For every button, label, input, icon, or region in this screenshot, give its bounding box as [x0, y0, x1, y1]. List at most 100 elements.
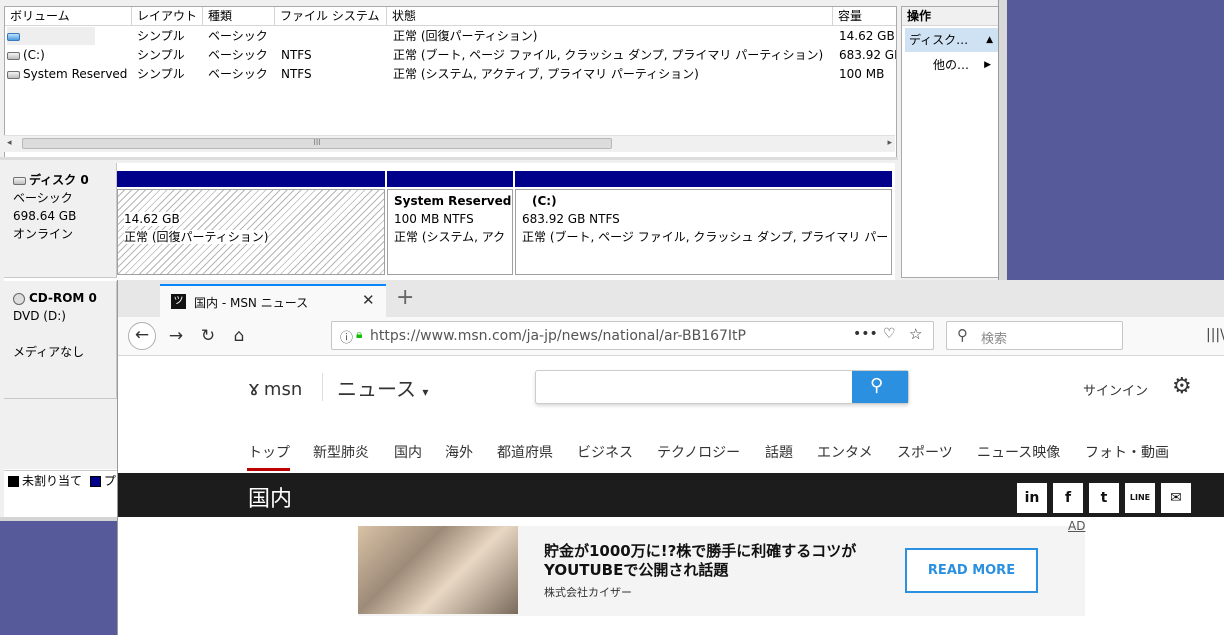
- msn-page: ɤ msn ニュース ▾ ⚲ サインイン ⚙ トップ 新型肺炎 国内 海外 都道府…: [118, 356, 1224, 635]
- nav-technology[interactable]: テクノロジー: [657, 442, 740, 462]
- section-dropdown[interactable]: ニュース ▾: [337, 373, 428, 402]
- actions-pane: 操作 ディスク… ▲ 他の… ▶: [901, 6, 1000, 278]
- back-icon[interactable]: ←: [128, 322, 156, 350]
- forward-icon[interactable]: →: [163, 323, 189, 349]
- cdrom-0-media: メディアなし: [13, 345, 85, 359]
- partition-body: System Reserved 100 MB NTFS 正常 (システム, アク: [387, 189, 513, 275]
- url-bar[interactable]: ⓘ 🔒︎ https://www.msn.com/ja-jp/news/nati…: [331, 321, 934, 350]
- table-row[interactable]: (C:) シンプル ベーシック NTFS 正常 (ブート, ページ ファイル, …: [5, 46, 896, 65]
- reload-icon[interactable]: ↻: [195, 323, 221, 349]
- col-header-layout[interactable]: レイアウト: [132, 7, 203, 26]
- msn-search-button[interactable]: ⚲: [852, 371, 908, 403]
- col-header-filesystem[interactable]: ファイル システム: [275, 7, 387, 26]
- read-more-button[interactable]: READ MORE: [905, 548, 1038, 593]
- search-bar[interactable]: ⚲ 検索: [946, 321, 1123, 350]
- chevron-down-icon: ▾: [422, 385, 429, 399]
- ad-title[interactable]: 貯金が1000万に!?株で勝手に利確するコツがYOUTUBEで公開され話題: [544, 542, 884, 580]
- mail-icon[interactable]: ✉: [1161, 483, 1191, 513]
- msn-logo[interactable]: ɤ msn: [248, 376, 302, 400]
- partition-recovery[interactable]: 14.62 GB 正常 (回復パーティション): [117, 171, 385, 275]
- home-icon[interactable]: ⌂: [226, 323, 252, 349]
- empty-disk-area: [4, 399, 118, 469]
- nav-business[interactable]: ビジネス: [577, 442, 633, 462]
- nav-covid[interactable]: 新型肺炎: [313, 442, 369, 462]
- nav-prefectures[interactable]: 都道府県: [497, 442, 553, 462]
- new-tab-icon[interactable]: +: [396, 285, 414, 310]
- nav-news-video[interactable]: ニュース映像: [977, 442, 1060, 462]
- partition-c[interactable]: (C:) 683.92 GB NTFS 正常 (ブート, ページ ファイル, ク…: [515, 171, 892, 275]
- volume-name-cell: [7, 27, 95, 45]
- linkedin-icon[interactable]: in: [1017, 483, 1047, 513]
- fs-cell: NTFS: [281, 48, 312, 62]
- pane-splitter[interactable]: [0, 157, 898, 160]
- pocket-icon[interactable]: ♡: [883, 326, 896, 342]
- cdrom-0-label[interactable]: CD-ROM 0 DVD (D:) メディアなし: [4, 281, 117, 399]
- status-cell: 正常 (回復パーティション): [393, 29, 538, 43]
- disk-0-size: 698.64 GB: [13, 209, 77, 223]
- library-icon[interactable]: |||\: [1206, 327, 1224, 343]
- ad-banner[interactable]: 貯金が1000万に!?株で勝手に利確するコツがYOUTUBEで公開され話題 株式…: [358, 526, 1085, 616]
- partition-size: 100 MB NTFS: [394, 212, 474, 226]
- action-disk-management[interactable]: ディスク… ▲: [905, 28, 999, 52]
- disk-0-label[interactable]: ディスク 0 ベーシック 698.64 GB オンライン: [4, 163, 117, 278]
- scroll-left-icon[interactable]: ◂: [7, 138, 12, 148]
- partition-system-reserved[interactable]: System Reserved 100 MB NTFS 正常 (システム, アク: [387, 171, 513, 275]
- drive-icon: [7, 32, 20, 41]
- tab-msn-news[interactable]: ツ 国内 - MSN ニュース ✕: [160, 284, 386, 317]
- lock-icon[interactable]: 🔒︎: [356, 327, 362, 342]
- disk-0-state: オンライン: [13, 227, 74, 241]
- line-icon[interactable]: LINE: [1125, 483, 1155, 513]
- capacity-cell: 100 MB: [839, 67, 885, 81]
- facebook-icon[interactable]: f: [1053, 483, 1083, 513]
- info-icon[interactable]: ⓘ: [340, 327, 353, 346]
- ad-image[interactable]: [358, 526, 518, 614]
- partition-header: [387, 171, 513, 187]
- capacity-cell: 683.92 GB: [839, 48, 896, 62]
- collapse-up-icon[interactable]: ▲: [986, 28, 993, 52]
- legend-unallocated-swatch: [8, 476, 19, 487]
- partition-title: (C:): [532, 194, 557, 208]
- partition-status: 正常 (システム, アク: [394, 230, 506, 244]
- col-header-status[interactable]: 状態: [387, 7, 833, 26]
- col-header-capacity[interactable]: 容量: [833, 7, 896, 26]
- ad-source: 株式会社カイザー: [544, 586, 632, 599]
- layout-cell: シンプル: [137, 67, 185, 81]
- action-other[interactable]: 他の… ▶: [905, 54, 999, 76]
- nav-entertainment[interactable]: エンタメ: [817, 442, 873, 462]
- scroll-right-icon[interactable]: ▸: [887, 138, 892, 148]
- col-header-volume[interactable]: ボリューム: [5, 7, 132, 26]
- partition-size: 14.62 GB: [124, 212, 180, 226]
- status-cell: 正常 (システム, アクティブ, プライマリ パーティション): [393, 67, 699, 81]
- col-header-type[interactable]: 種類: [203, 7, 275, 26]
- horizontal-scrollbar[interactable]: ◂ III ▸: [4, 135, 895, 152]
- search-icon: ⚲: [870, 375, 884, 396]
- nav-photo-video[interactable]: フォト・動画: [1085, 442, 1169, 462]
- partition-body: (C:) 683.92 GB NTFS 正常 (ブート, ページ ファイル, ク…: [515, 189, 892, 275]
- window-edge: [998, 0, 1007, 280]
- bookmark-star-icon[interactable]: ☆: [909, 325, 922, 343]
- url-text[interactable]: https://www.msn.com/ja-jp/news/national/…: [370, 328, 746, 344]
- nav-topics[interactable]: 話題: [765, 442, 793, 462]
- scroll-thumb[interactable]: III: [22, 138, 612, 149]
- navigation-toolbar: ← → ↻ ⌂ ⓘ 🔒︎ https://www.msn.com/ja-jp/n…: [118, 317, 1224, 356]
- table-row[interactable]: シンプル ベーシック 正常 (回復パーティション) 14.62 GB: [5, 27, 896, 46]
- close-tab-icon[interactable]: ✕: [362, 291, 375, 309]
- cdrom-0-type: DVD (D:): [13, 309, 66, 323]
- volume-name-cell: (C:): [7, 46, 45, 65]
- nav-domestic[interactable]: 国内: [394, 442, 422, 462]
- signin-link[interactable]: サインイン: [1083, 380, 1148, 399]
- more-actions-icon[interactable]: •••: [853, 326, 878, 342]
- nav-sports[interactable]: スポーツ: [897, 442, 953, 462]
- partition-title: [124, 192, 378, 210]
- ad-tag[interactable]: AD: [1068, 519, 1085, 533]
- gear-icon[interactable]: ⚙: [1172, 374, 1192, 399]
- twitter-icon[interactable]: t: [1089, 483, 1119, 513]
- tab-bar: ツ 国内 - MSN ニュース ✕ +: [118, 280, 1224, 317]
- partition-size: 683.92 GB NTFS: [522, 212, 620, 226]
- section-title: 国内: [248, 487, 293, 512]
- nav-overseas[interactable]: 海外: [445, 442, 473, 462]
- msn-search-input[interactable]: ⚲: [535, 370, 909, 404]
- cdrom-icon: [13, 292, 25, 305]
- table-row[interactable]: System Reserved シンプル ベーシック NTFS 正常 (システム…: [5, 65, 896, 84]
- nav-top[interactable]: トップ: [248, 442, 290, 462]
